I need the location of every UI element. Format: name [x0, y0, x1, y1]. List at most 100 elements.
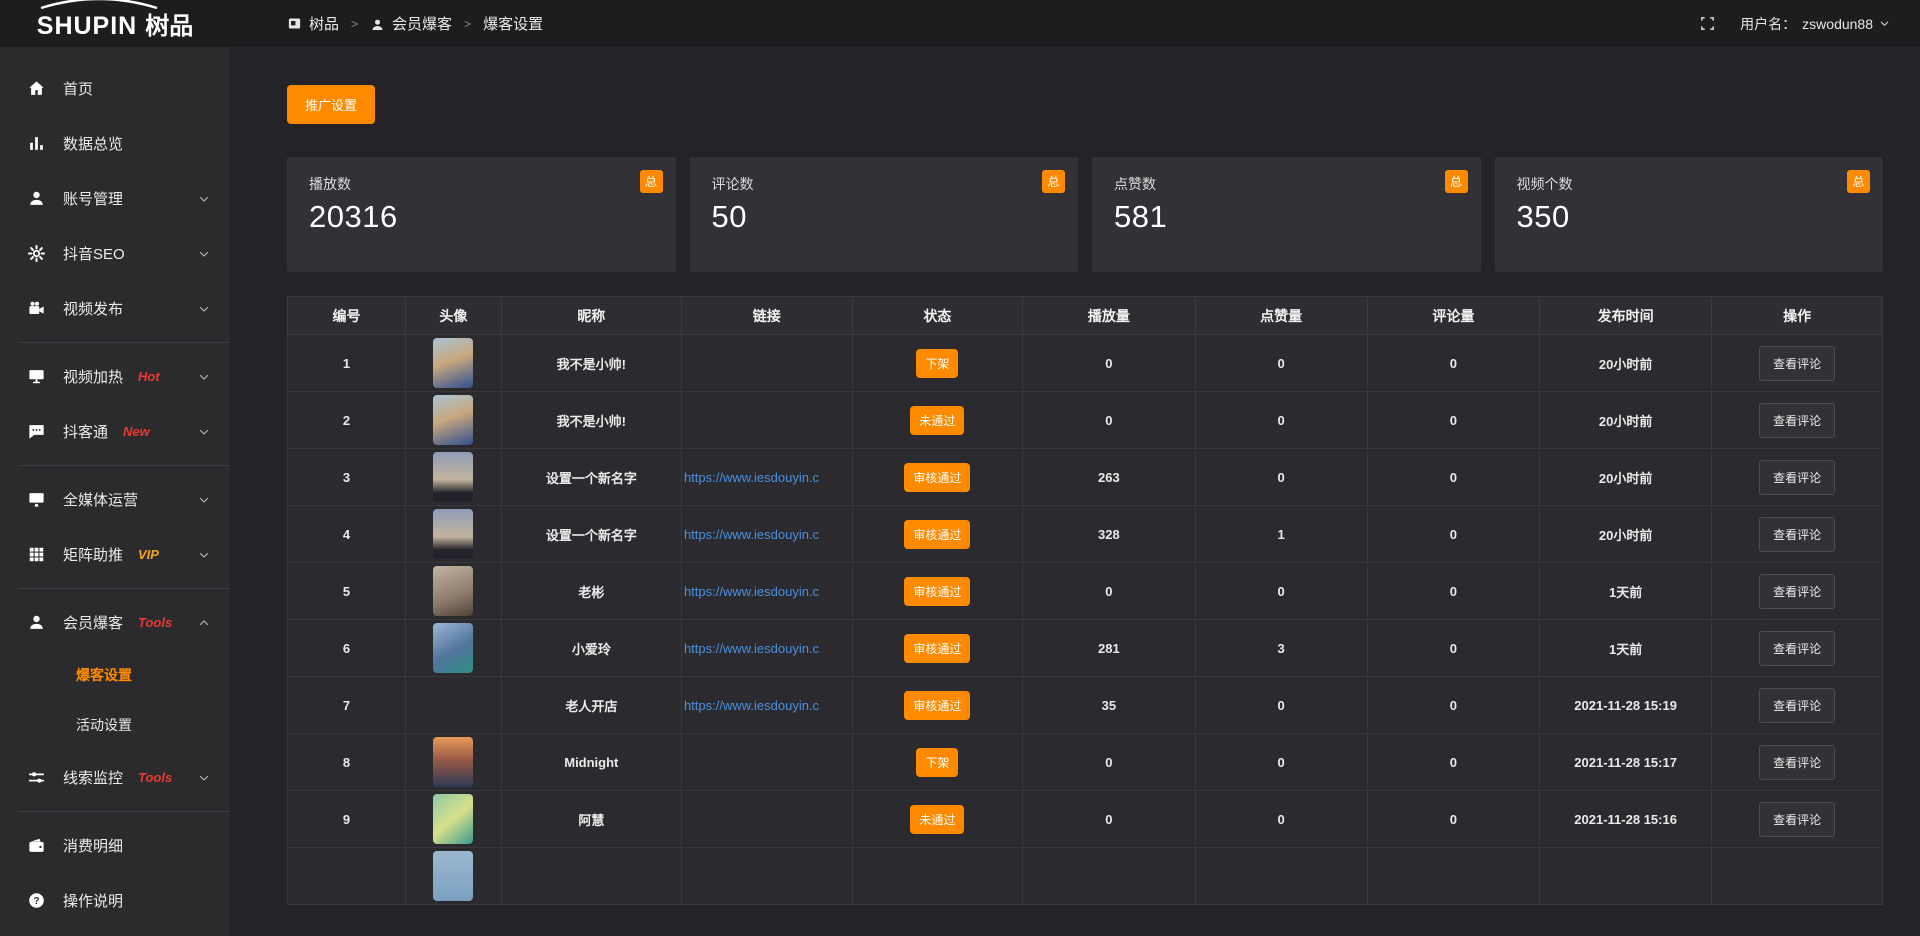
- status-badge[interactable]: 审核通过: [904, 577, 970, 606]
- avatar-cell: [406, 563, 502, 620]
- status-badge[interactable]: 审核通过: [904, 520, 970, 549]
- user-menu[interactable]: 用户名：zswodun88: [1740, 14, 1890, 34]
- sidebar-subitem[interactable]: 爆客设置: [0, 650, 230, 700]
- sidebar-item[interactable]: ?操作说明: [0, 873, 230, 928]
- plays-cell: 0: [1023, 563, 1195, 620]
- sidebar-subitem[interactable]: 活动设置: [0, 700, 230, 750]
- view-comments-button[interactable]: 查看评论: [1759, 745, 1835, 780]
- app-logo[interactable]: SHUPIN 树品: [0, 6, 230, 41]
- view-comments-button[interactable]: 查看评论: [1759, 346, 1835, 381]
- action-cell: [1712, 848, 1883, 905]
- column-header: 链接: [681, 297, 852, 335]
- plays-cell: 0: [1023, 791, 1195, 848]
- fullscreen-icon[interactable]: [1699, 15, 1716, 32]
- comments-cell: 0: [1367, 392, 1539, 449]
- avatar-cell: [406, 620, 502, 677]
- row-number-cell: 5: [288, 563, 406, 620]
- row-number-cell: 2: [288, 392, 406, 449]
- avatar: [433, 794, 473, 844]
- top-bar: SHUPIN 树品 树品>会员爆客>爆客设置 用户名：zswodun88: [0, 0, 1920, 47]
- sidebar-item[interactable]: 消费明细: [0, 818, 230, 873]
- view-comments-button[interactable]: 查看评论: [1759, 574, 1835, 609]
- action-cell: 查看评论: [1712, 620, 1883, 677]
- breadcrumb-item[interactable]: 爆客设置: [483, 13, 543, 34]
- display-icon: [27, 490, 46, 509]
- breadcrumb-item[interactable]: 树品: [287, 13, 339, 34]
- stat-card: 视频个数350总: [1495, 157, 1884, 272]
- stat-card: 点赞数581总: [1092, 157, 1481, 272]
- profile-link[interactable]: https://www.iesdouyin.c: [684, 584, 850, 599]
- status-badge[interactable]: 审核通过: [904, 634, 970, 663]
- plays-cell: 0: [1023, 734, 1195, 791]
- nickname-cell: 我不是小帅!: [501, 392, 681, 449]
- comments-cell: 0: [1367, 677, 1539, 734]
- likes-cell: [1195, 848, 1367, 905]
- sidebar-item[interactable]: 视频发布: [0, 281, 230, 336]
- likes-cell: 0: [1195, 734, 1367, 791]
- avatar-cell: [406, 677, 502, 734]
- stat-cards: 播放数20316总评论数50总点赞数581总视频个数350总: [287, 157, 1883, 272]
- avatar-cell: [406, 791, 502, 848]
- sidebar-item-label: 首页: [63, 78, 93, 99]
- link-cell: https://www.iesdouyin.c: [681, 449, 852, 506]
- sidebar-item-tag: VIP: [138, 547, 159, 562]
- view-comments-button[interactable]: 查看评论: [1759, 403, 1835, 438]
- view-comments-button[interactable]: 查看评论: [1759, 460, 1835, 495]
- sidebar-subitem-label: 爆客设置: [76, 665, 132, 685]
- status-cell: 审核通过: [852, 449, 1023, 506]
- status-badge[interactable]: 审核通过: [904, 463, 970, 492]
- stat-label: 播放数: [309, 174, 654, 194]
- stat-label: 点赞数: [1114, 174, 1459, 194]
- view-comments-button[interactable]: 查看评论: [1759, 517, 1835, 552]
- comments-cell: 0: [1367, 563, 1539, 620]
- publish-time-cell: 2021-11-28 15:19: [1540, 677, 1712, 734]
- sidebar-item[interactable]: 首页: [0, 61, 230, 116]
- profile-link[interactable]: https://www.iesdouyin.c: [684, 470, 850, 485]
- total-badge: 总: [1847, 170, 1870, 193]
- status-badge[interactable]: 下架: [916, 748, 958, 777]
- nickname-cell: 老彬: [501, 563, 681, 620]
- sidebar-item-tag: New: [123, 424, 150, 439]
- view-comments-button[interactable]: 查看评论: [1759, 631, 1835, 666]
- status-badge[interactable]: 审核通过: [904, 691, 970, 720]
- link-cell: [681, 392, 852, 449]
- sidebar-item[interactable]: 抖音SEO: [0, 226, 230, 281]
- sidebar-item[interactable]: 抖客通New: [0, 404, 230, 459]
- sidebar-item-label: 线索监控: [63, 767, 123, 788]
- link-cell: https://www.iesdouyin.c: [681, 620, 852, 677]
- sidebar-item[interactable]: 矩阵助推VIP: [0, 527, 230, 582]
- total-badge: 总: [1445, 170, 1468, 193]
- avatar: [433, 737, 473, 787]
- action-cell: 查看评论: [1712, 563, 1883, 620]
- stat-card: 播放数20316总: [287, 157, 676, 272]
- username: zswodun88: [1802, 16, 1873, 32]
- profile-link[interactable]: https://www.iesdouyin.c: [684, 641, 850, 656]
- sidebar-item[interactable]: 数据总览: [0, 116, 230, 171]
- avatar-cell: [406, 506, 502, 563]
- sidebar-item[interactable]: 视频加热Hot: [0, 349, 230, 404]
- chevron-down-icon: [198, 193, 210, 205]
- view-comments-button[interactable]: 查看评论: [1759, 688, 1835, 723]
- status-badge[interactable]: 下架: [916, 349, 958, 378]
- sidebar-item[interactable]: 会员爆客Tools: [0, 595, 230, 650]
- chevron-down-icon: [198, 549, 210, 561]
- status-badge[interactable]: 未通过: [910, 805, 964, 834]
- profile-link[interactable]: https://www.iesdouyin.c: [684, 527, 850, 542]
- avatar-cell: [406, 392, 502, 449]
- action-cell: 查看评论: [1712, 449, 1883, 506]
- total-badge: 总: [640, 170, 663, 193]
- avatar: [433, 338, 473, 388]
- profile-link[interactable]: https://www.iesdouyin.c: [684, 698, 850, 713]
- comments-cell: 0: [1367, 791, 1539, 848]
- sidebar-item[interactable]: 全媒体运营: [0, 472, 230, 527]
- sidebar-item-label: 抖音SEO: [63, 243, 125, 264]
- view-comments-button[interactable]: 查看评论: [1759, 802, 1835, 837]
- comments-cell: [1367, 848, 1539, 905]
- status-badge[interactable]: 未通过: [910, 406, 964, 435]
- publish-time-cell: [1540, 848, 1712, 905]
- breadcrumb-item[interactable]: 会员爆客: [370, 13, 452, 34]
- sidebar-item[interactable]: 账号管理: [0, 171, 230, 226]
- nickname-cell: 我不是小帅!: [501, 335, 681, 392]
- promo-settings-button[interactable]: 推广设置: [287, 85, 375, 124]
- sidebar-item[interactable]: 线索监控Tools: [0, 750, 230, 805]
